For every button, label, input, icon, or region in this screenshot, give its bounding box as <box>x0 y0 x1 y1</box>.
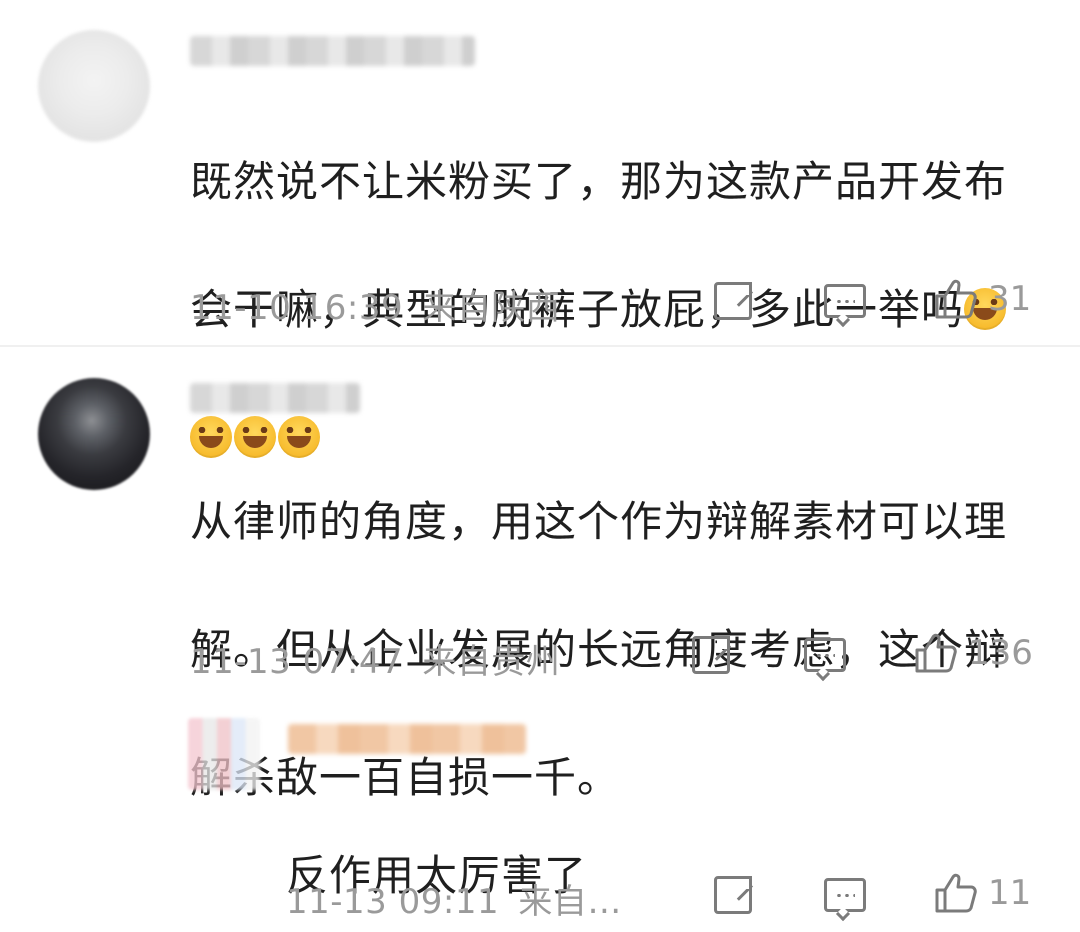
comment-meta: 11-13 07:47 来自贵州 <box>190 634 560 683</box>
share-icon <box>714 876 752 914</box>
timestamp: 11-13 09:11 <box>286 882 500 922</box>
thumbs-up-icon <box>934 872 978 914</box>
like-count: 11 <box>988 873 1032 913</box>
reply-comment: 反作用太厉害了 11-13 09:11 来自… 11 <box>0 700 1080 932</box>
comment-2: 从律师的角度，用这个作为辩解素材可以理 解。但从企业发展的长远角度考虑，这个辩 … <box>0 346 1080 802</box>
location: 来自陕西 <box>422 288 561 328</box>
location: 来自贵州 <box>422 642 561 682</box>
comment-icon <box>824 284 866 318</box>
timestamp: 11-10 16:39 <box>190 288 404 328</box>
username-blurred[interactable] <box>190 36 475 66</box>
user-avatar[interactable] <box>38 378 150 490</box>
reply-button[interactable] <box>824 284 866 318</box>
thumbs-up-icon <box>934 278 978 320</box>
reply-avatar[interactable] <box>188 718 260 790</box>
user-avatar[interactable] <box>38 30 150 142</box>
comment-line-1: 从律师的角度，用这个作为辩解素材可以理 <box>190 497 1008 546</box>
comment-icon <box>804 638 846 672</box>
comment-1: 既然说不让米粉买了，那为这款产品开发布 会干嘛，典型的脱裤子放屁，多此一举吗 1… <box>0 0 1080 458</box>
like-button[interactable]: 31 <box>934 278 1031 320</box>
comment-meta: 11-10 16:39 来自陕西 <box>190 280 560 329</box>
location: 来自… <box>518 882 622 922</box>
reply-button[interactable] <box>804 638 846 672</box>
like-count: 31 <box>988 279 1032 319</box>
share-icon <box>714 282 752 320</box>
reply-button[interactable] <box>824 878 866 912</box>
username-blurred[interactable] <box>190 383 360 413</box>
share-button[interactable] <box>692 636 730 674</box>
timestamp: 11-13 07:47 <box>190 642 404 682</box>
share-button[interactable] <box>714 876 752 914</box>
share-button[interactable] <box>714 282 752 320</box>
like-button[interactable]: 136 <box>914 632 1033 674</box>
reply-username-blurred[interactable] <box>288 724 526 754</box>
reply-meta: 11-13 09:11 来自… <box>286 874 622 923</box>
comment-icon <box>824 878 866 912</box>
share-icon <box>692 636 730 674</box>
like-count: 136 <box>968 633 1033 673</box>
like-button[interactable]: 11 <box>934 872 1031 914</box>
comment-line-1: 既然说不让米粉买了，那为这款产品开发布 <box>190 157 1008 206</box>
thumbs-up-icon <box>914 632 958 674</box>
